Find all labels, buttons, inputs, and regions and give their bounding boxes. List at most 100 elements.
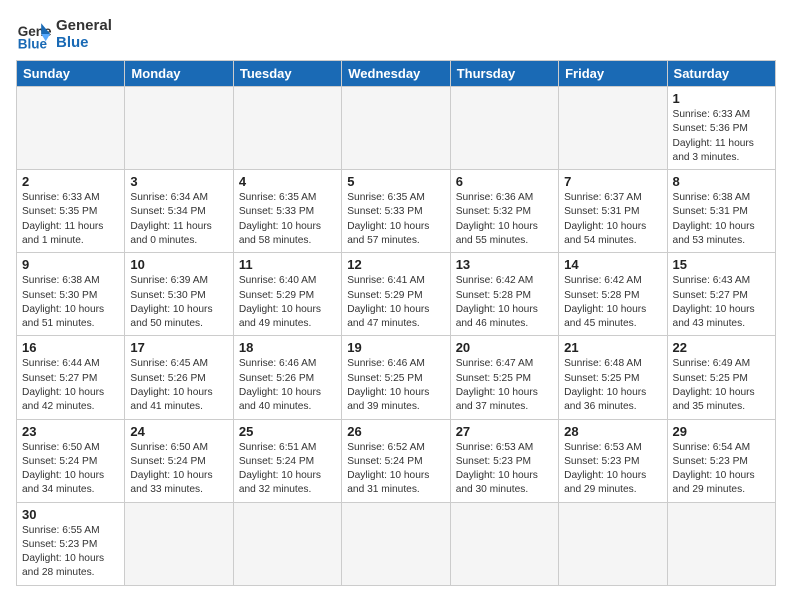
day-info: Sunrise: 6:38 AMSunset: 5:31 PMDaylight:… [673, 191, 770, 248]
logo-icon: General Blue [16, 16, 52, 52]
day-number: 4 [239, 174, 336, 189]
calendar-cell: 14Sunrise: 6:42 AMSunset: 5:28 PMDayligh… [559, 253, 667, 336]
day-info: Sunrise: 6:49 AMSunset: 5:25 PMDaylight:… [673, 357, 770, 414]
day-number: 9 [22, 257, 119, 272]
day-number: 26 [347, 424, 444, 439]
calendar-cell [667, 502, 775, 585]
day-info: Sunrise: 6:38 AMSunset: 5:30 PMDaylight:… [22, 274, 119, 331]
calendar-week-6: 30 Sunrise: 6:55 AMSunset: 5:23 PMDayligh… [17, 502, 776, 585]
day-number: 18 [239, 340, 336, 355]
calendar-header-thursday: Thursday [450, 61, 558, 87]
day-number: 1 [673, 91, 770, 106]
calendar-cell [342, 87, 450, 170]
calendar-cell: 27 Sunrise: 6:53 AMSunset: 5:23 PMDayligh… [450, 419, 558, 502]
calendar-cell [17, 87, 125, 170]
day-info: Sunrise: 6:50 AMSunset: 5:24 PMDaylight:… [22, 441, 119, 498]
day-info: Sunrise: 6:46 AMSunset: 5:25 PMDaylight:… [347, 357, 444, 414]
day-number: 28 [564, 424, 661, 439]
day-info: Sunrise: 6:50 AMSunset: 5:24 PMDaylight:… [130, 441, 227, 498]
day-info: Sunrise: 6:35 AMSunset: 5:33 PMDaylight:… [347, 191, 444, 248]
day-number: 16 [22, 340, 119, 355]
calendar-cell [450, 87, 558, 170]
day-number: 3 [130, 174, 227, 189]
svg-text:Blue: Blue [18, 36, 48, 51]
calendar-cell [233, 87, 341, 170]
calendar-cell: 18 Sunrise: 6:46 AMSunset: 5:26 PMDayligh… [233, 336, 341, 419]
calendar-cell [450, 502, 558, 585]
logo-text-general: General [56, 17, 112, 34]
calendar-cell: 19 Sunrise: 6:46 AMSunset: 5:25 PMDayligh… [342, 336, 450, 419]
day-info: Sunrise: 6:39 AMSunset: 5:30 PMDaylight:… [130, 274, 227, 331]
calendar-cell: 12 Sunrise: 6:41 AMSunset: 5:29 PMDayligh… [342, 253, 450, 336]
day-number: 14 [564, 257, 661, 272]
day-number: 11 [239, 257, 336, 272]
day-info: Sunrise: 6:40 AMSunset: 5:29 PMDaylight:… [239, 274, 336, 331]
day-number: 10 [130, 257, 227, 272]
day-info: Sunrise: 6:52 AMSunset: 5:24 PMDaylight:… [347, 441, 444, 498]
day-number: 19 [347, 340, 444, 355]
day-info: Sunrise: 6:44 AMSunset: 5:27 PMDaylight:… [22, 357, 119, 414]
logo: General Blue General Blue [16, 16, 112, 52]
calendar-cell: 23 Sunrise: 6:50 AMSunset: 5:24 PMDayligh… [17, 419, 125, 502]
calendar-header-sunday: Sunday [17, 61, 125, 87]
day-info: Sunrise: 6:46 AMSunset: 5:26 PMDaylight:… [239, 357, 336, 414]
calendar-cell [342, 502, 450, 585]
day-info: Sunrise: 6:48 AMSunset: 5:25 PMDaylight:… [564, 357, 661, 414]
calendar-cell [125, 87, 233, 170]
day-info: Sunrise: 6:55 AMSunset: 5:23 PMDaylight:… [22, 524, 119, 581]
calendar-cell [559, 87, 667, 170]
day-number: 23 [22, 424, 119, 439]
calendar-header-saturday: Saturday [667, 61, 775, 87]
calendar-cell: 7Sunrise: 6:37 AMSunset: 5:31 PMDaylight… [559, 170, 667, 253]
day-info: Sunrise: 6:33 AMSunset: 5:35 PMDaylight:… [22, 191, 119, 248]
day-info: Sunrise: 6:53 AMSunset: 5:23 PMDaylight:… [456, 441, 553, 498]
calendar-week-4: 16 Sunrise: 6:44 AMSunset: 5:27 PMDayligh… [17, 336, 776, 419]
day-number: 6 [456, 174, 553, 189]
day-info: Sunrise: 6:54 AMSunset: 5:23 PMDaylight:… [673, 441, 770, 498]
calendar-cell: 29 Sunrise: 6:54 AMSunset: 5:23 PMDayligh… [667, 419, 775, 502]
day-info: Sunrise: 6:45 AMSunset: 5:26 PMDaylight:… [130, 357, 227, 414]
calendar-header-friday: Friday [559, 61, 667, 87]
logo-text-blue: Blue [56, 34, 112, 51]
calendar-cell: 24Sunrise: 6:50 AMSunset: 5:24 PMDayligh… [125, 419, 233, 502]
day-number: 27 [456, 424, 553, 439]
calendar-cell: 2Sunrise: 6:33 AMSunset: 5:35 PMDaylight… [17, 170, 125, 253]
calendar-cell [559, 502, 667, 585]
calendar-cell: 13Sunrise: 6:42 AMSunset: 5:28 PMDayligh… [450, 253, 558, 336]
calendar-cell: 6Sunrise: 6:36 AMSunset: 5:32 PMDaylight… [450, 170, 558, 253]
calendar-cell [233, 502, 341, 585]
calendar-cell: 15Sunrise: 6:43 AMSunset: 5:27 PMDayligh… [667, 253, 775, 336]
day-info: Sunrise: 6:41 AMSunset: 5:29 PMDaylight:… [347, 274, 444, 331]
calendar-cell: 25Sunrise: 6:51 AMSunset: 5:24 PMDayligh… [233, 419, 341, 502]
day-number: 25 [239, 424, 336, 439]
day-info: Sunrise: 6:37 AMSunset: 5:31 PMDaylight:… [564, 191, 661, 248]
calendar-week-3: 9 Sunrise: 6:38 AMSunset: 5:30 PMDaylight… [17, 253, 776, 336]
calendar-cell: 30 Sunrise: 6:55 AMSunset: 5:23 PMDayligh… [17, 502, 125, 585]
day-number: 5 [347, 174, 444, 189]
calendar-cell: 21Sunrise: 6:48 AMSunset: 5:25 PMDayligh… [559, 336, 667, 419]
day-info: Sunrise: 6:43 AMSunset: 5:27 PMDaylight:… [673, 274, 770, 331]
calendar-cell: 9 Sunrise: 6:38 AMSunset: 5:30 PMDaylight… [17, 253, 125, 336]
calendar-cell: 8Sunrise: 6:38 AMSunset: 5:31 PMDaylight… [667, 170, 775, 253]
day-number: 17 [130, 340, 227, 355]
day-number: 22 [673, 340, 770, 355]
calendar-header-tuesday: Tuesday [233, 61, 341, 87]
calendar-cell: 26 Sunrise: 6:52 AMSunset: 5:24 PMDayligh… [342, 419, 450, 502]
calendar-header-monday: Monday [125, 61, 233, 87]
day-info: Sunrise: 6:35 AMSunset: 5:33 PMDaylight:… [239, 191, 336, 248]
calendar-cell: 10 Sunrise: 6:39 AMSunset: 5:30 PMDayligh… [125, 253, 233, 336]
calendar-header-row: SundayMondayTuesdayWednesdayThursdayFrid… [17, 61, 776, 87]
day-number: 20 [456, 340, 553, 355]
day-number: 30 [22, 507, 119, 522]
day-number: 12 [347, 257, 444, 272]
calendar-week-1: 1Sunrise: 6:33 AMSunset: 5:36 PMDaylight… [17, 87, 776, 170]
calendar-week-2: 2Sunrise: 6:33 AMSunset: 5:35 PMDaylight… [17, 170, 776, 253]
calendar-cell: 5 Sunrise: 6:35 AMSunset: 5:33 PMDaylight… [342, 170, 450, 253]
day-info: Sunrise: 6:53 AMSunset: 5:23 PMDaylight:… [564, 441, 661, 498]
calendar-cell: 1Sunrise: 6:33 AMSunset: 5:36 PMDaylight… [667, 87, 775, 170]
calendar-cell: 17 Sunrise: 6:45 AMSunset: 5:26 PMDayligh… [125, 336, 233, 419]
day-info: Sunrise: 6:47 AMSunset: 5:25 PMDaylight:… [456, 357, 553, 414]
calendar-header-wednesday: Wednesday [342, 61, 450, 87]
day-number: 29 [673, 424, 770, 439]
day-info: Sunrise: 6:34 AMSunset: 5:34 PMDaylight:… [130, 191, 227, 248]
